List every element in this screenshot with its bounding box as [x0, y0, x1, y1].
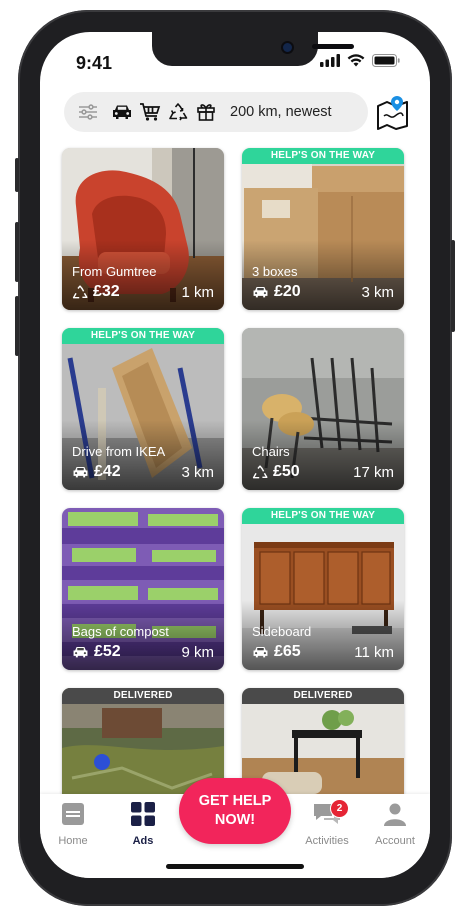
tab-home-label: Home	[58, 835, 88, 847]
filter-bar[interactable]: 200 km, newest	[64, 92, 368, 132]
ad-title: Sideboard	[252, 624, 312, 639]
ad-title: 3 boxes	[252, 264, 298, 279]
recycle-icon	[252, 464, 268, 478]
ad-distance: 3 km	[361, 283, 394, 301]
home-indicator	[166, 864, 304, 869]
ad-title: Bags of compost	[72, 624, 169, 639]
status-icons	[320, 54, 400, 67]
ad-card[interactable]: From Gumtree £32 1 km	[62, 148, 224, 310]
ad-price: £52	[94, 643, 121, 660]
tab-activities-label: Activities	[305, 835, 349, 847]
status-banner: DELIVERED	[62, 688, 224, 704]
grid-icon	[131, 802, 155, 826]
ad-distance: 3 km	[181, 463, 214, 481]
wifi-icon	[347, 54, 365, 67]
status-banner: HELP'S ON THE WAY	[242, 148, 404, 164]
home-icon	[62, 803, 84, 825]
ad-meta: £65 11 km	[252, 643, 394, 661]
ad-price: £20	[274, 283, 301, 300]
mute-switch	[15, 158, 19, 192]
get-help-now-button[interactable]: GET HELP NOW!	[179, 778, 291, 844]
status-time: 9:41	[76, 53, 113, 73]
status-banner: HELP'S ON THE WAY	[62, 328, 224, 344]
ad-price: £32	[93, 283, 120, 300]
tab-home[interactable]: Home	[40, 802, 108, 847]
recycle-icon	[72, 284, 88, 298]
ad-card[interactable]: HELP'S ON THE WAY 3 boxes £20 3 km	[242, 148, 404, 310]
tab-ads[interactable]: Ads	[108, 802, 178, 847]
ad-meta: £32 1 km	[72, 283, 214, 301]
tab-account[interactable]: Account	[360, 802, 430, 847]
volume-down-button	[15, 296, 19, 356]
earpiece	[312, 44, 354, 49]
ad-price: £50	[273, 463, 300, 480]
ad-price: £65	[274, 643, 301, 660]
ad-meta: £50 17 km	[252, 463, 394, 481]
ad-distance: 11 km	[354, 643, 394, 661]
gift-icon[interactable]	[192, 98, 220, 126]
tab-account-label: Account	[375, 835, 415, 847]
ad-card[interactable]: HELP'S ON THE WAY Drive from IKEA £42 3 …	[62, 328, 224, 490]
ad-card[interactable]: Bags of compost £52 9 km	[62, 508, 224, 670]
recycle-icon[interactable]	[164, 98, 192, 126]
filter-sliders-icon[interactable]	[74, 98, 102, 126]
car-icon[interactable]	[108, 98, 136, 126]
car-icon	[73, 466, 88, 478]
activities-badge: 2	[330, 799, 349, 818]
ad-distance: 1 km	[181, 283, 214, 301]
status-banner: DELIVERED	[242, 688, 404, 704]
notch	[152, 32, 354, 66]
volume-up-button	[15, 222, 19, 282]
ad-distance: 9 km	[181, 643, 214, 661]
car-icon	[253, 286, 268, 298]
signal-icon	[320, 54, 340, 67]
ad-meta: £42 3 km	[72, 463, 214, 481]
ad-meta: £20 3 km	[252, 283, 394, 301]
person-icon	[384, 803, 406, 826]
ad-card[interactable]: Chairs £50 17 km	[242, 328, 404, 490]
ad-title: Drive from IKEA	[72, 444, 166, 459]
app-screen: 9:41 200 km, newest From Gumtree £32 1 k…	[40, 32, 430, 878]
map-pin-icon[interactable]	[376, 94, 410, 130]
filter-summary[interactable]: 200 km, newest	[230, 104, 332, 120]
tab-activities[interactable]: 2 Activities	[292, 799, 362, 847]
ad-title: Chairs	[252, 444, 290, 459]
ad-distance: 17 km	[353, 463, 394, 481]
front-camera	[281, 41, 294, 54]
tab-ads-label: Ads	[132, 835, 154, 847]
ad-meta: £52 9 km	[72, 643, 214, 661]
shopping-cart-icon[interactable]	[136, 98, 164, 126]
power-button	[451, 240, 455, 332]
ad-title: From Gumtree	[72, 264, 157, 279]
car-icon	[73, 646, 88, 658]
ad-card[interactable]: HELP'S ON THE WAY Sideboard £65 11 km	[242, 508, 404, 670]
status-banner: HELP'S ON THE WAY	[242, 508, 404, 524]
help-button-line2: NOW!	[214, 812, 256, 828]
battery-icon	[372, 54, 400, 67]
ad-price: £42	[94, 463, 121, 480]
help-button-line1: GET HELP	[198, 793, 272, 809]
car-icon	[253, 646, 268, 658]
